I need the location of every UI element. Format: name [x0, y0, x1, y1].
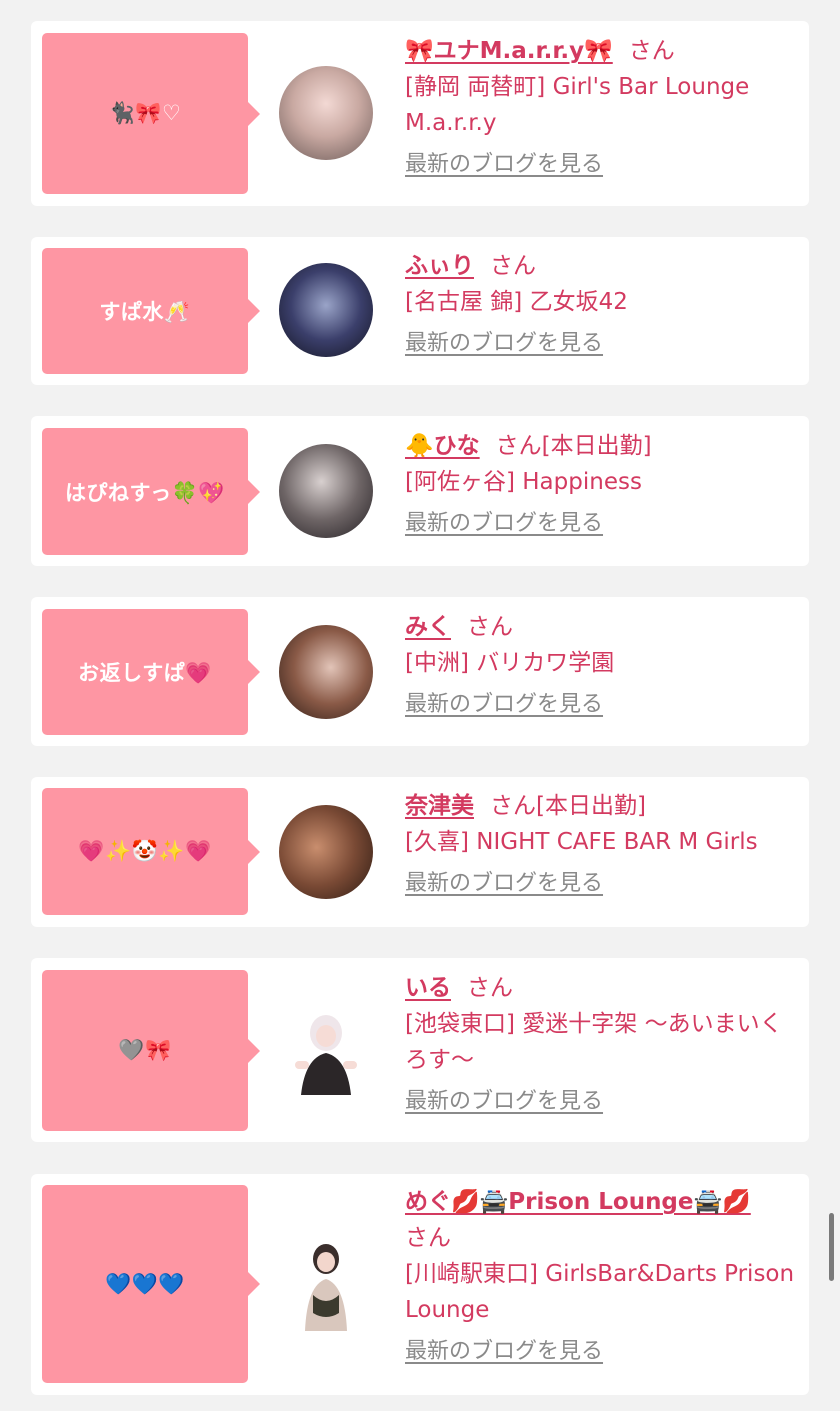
blog-title: 🩶🎀 [118, 1038, 172, 1062]
blog-card: 🐈‍⬛🎀♡ 🎀ユナM.a.r.r.y🎀 さん [静岡 両替町] Girl's Ba… [31, 21, 809, 206]
avatar[interactable] [279, 805, 373, 899]
entry-info: いる さん [池袋東口] 愛迷十字架 〜あいまいくろす〜 最新のブログを見る [405, 970, 797, 1120]
cast-name-link[interactable]: 奈津美 [405, 793, 474, 819]
blog-card: 💙💙💙 めぐ💋🚔Prison Lounge🚔💋 さん [川崎駅東口] GirlsB… [31, 1174, 809, 1395]
blog-title-bubble[interactable]: 🐈‍⬛🎀♡ [42, 33, 260, 194]
shop-name: [池袋東口] 愛迷十字架 〜あいまいくろす〜 [405, 1011, 783, 1073]
san-suffix: さん [490, 793, 536, 819]
latest-blog-link[interactable]: 最新のブログを見る [405, 1084, 603, 1120]
blog-card: お返しすぱ💗 みく さん [中洲] バリカワ学園 最新のブログを見る [31, 597, 809, 746]
avatar[interactable] [279, 66, 373, 160]
vertical-scrollbar[interactable] [829, 1213, 834, 1281]
cast-name-link[interactable]: みく [405, 614, 451, 640]
blog-title-bubble[interactable]: すぱ水🥂 [42, 248, 260, 374]
blog-title-bubble[interactable]: お返しすぱ💗 [42, 609, 260, 735]
blog-title-bubble[interactable]: 💗✨🤡✨💗 [42, 788, 260, 915]
shop-name: [阿佐ヶ谷] Happiness [405, 469, 642, 495]
entry-info: 奈津美 さん[本日出勤] [久喜] NIGHT CAFE BAR M Girls … [405, 788, 797, 902]
san-suffix: さん [467, 975, 513, 1001]
avatar-figure-image [295, 1015, 357, 1095]
san-suffix: さん [467, 614, 513, 640]
blog-title-bubble[interactable]: 💙💙💙 [42, 1185, 260, 1383]
shop-name: [静岡 両替町] Girl's Bar Lounge M.a.r.r.y [405, 74, 750, 136]
blog-title: お返しすぱ💗 [78, 661, 212, 685]
entry-info: めぐ💋🚔Prison Lounge🚔💋 さん [川崎駅東口] GirlsBar&D… [405, 1184, 797, 1370]
blog-card: 💗✨🤡✨💗 奈津美 さん[本日出勤] [久喜] NIGHT CAFE BAR M … [31, 777, 809, 927]
latest-blog-link[interactable]: 最新のブログを見る [405, 866, 603, 902]
blog-title-bubble[interactable]: はぴねすっ🍀💖 [42, 428, 260, 555]
entry-info: 🐥ひな さん[本日出勤] [阿佐ヶ谷] Happiness 最新のブログを見る [405, 428, 797, 542]
entry-info: みく さん [中洲] バリカワ学園 最新のブログを見る [405, 609, 797, 723]
latest-blog-link[interactable]: 最新のブログを見る [405, 147, 603, 183]
latest-blog-link[interactable]: 最新のブログを見る [405, 506, 603, 542]
blog-title: はぴねすっ🍀💖 [65, 480, 225, 505]
cast-name-link[interactable]: めぐ💋🚔Prison Lounge🚔💋 [405, 1189, 751, 1215]
san-suffix: さん [405, 1225, 451, 1251]
blog-card: 🩶🎀 いる さん [池袋東口] 愛迷十字架 〜あいまいくろす〜 最新のブログを見る [31, 958, 809, 1142]
status-badge: [本日出勤] [541, 433, 652, 459]
blog-title: 💗✨🤡✨💗 [78, 839, 212, 863]
latest-blog-link[interactable]: 最新のブログを見る [405, 1334, 603, 1370]
entry-info: ふぃり さん [名古屋 錦] 乙女坂42 最新のブログを見る [405, 248, 797, 362]
san-suffix: さん [495, 433, 542, 459]
entry-info: 🎀ユナM.a.r.r.y🎀 さん [静岡 両替町] Girl's Bar Loun… [405, 33, 797, 183]
blog-title: すぱ水🥂 [99, 300, 191, 324]
san-suffix: さん [628, 38, 675, 64]
blog-title: 💙💙💙 [105, 1271, 185, 1296]
cast-name-link[interactable]: 🐥ひな [405, 433, 480, 459]
latest-blog-link[interactable]: 最新のブログを見る [405, 687, 603, 723]
san-suffix: さん [490, 253, 536, 279]
shop-name: [久喜] NIGHT CAFE BAR M Girls [405, 829, 758, 855]
cast-name-link[interactable]: いる [405, 975, 451, 1001]
blog-title: 🐈‍⬛🎀♡ [108, 101, 182, 125]
cast-name-link[interactable]: 🎀ユナM.a.r.r.y🎀 [405, 38, 613, 64]
avatar[interactable] [279, 625, 373, 719]
avatar[interactable] [279, 263, 373, 357]
shop-name: [名古屋 錦] 乙女坂42 [405, 289, 628, 315]
shop-name: [川崎駅東口] GirlsBar&Darts Prison Lounge [405, 1261, 795, 1323]
avatar-figure-image [305, 1244, 347, 1331]
blog-title-bubble[interactable]: 🩶🎀 [42, 970, 260, 1131]
cast-name-link[interactable]: ふぃり [405, 253, 474, 279]
avatar[interactable] [279, 444, 373, 538]
avatar[interactable] [279, 1237, 373, 1331]
blog-card: すぱ水🥂 ふぃり さん [名古屋 錦] 乙女坂42 最新のブログを見る [31, 237, 809, 385]
avatar[interactable] [279, 1003, 373, 1097]
shop-name: [中洲] バリカワ学園 [405, 650, 615, 676]
status-badge: [本日出勤] [536, 793, 646, 819]
latest-blog-link[interactable]: 最新のブログを見る [405, 326, 603, 362]
blog-card: はぴねすっ🍀💖 🐥ひな さん[本日出勤] [阿佐ヶ谷] Happiness 最新の… [31, 416, 809, 566]
